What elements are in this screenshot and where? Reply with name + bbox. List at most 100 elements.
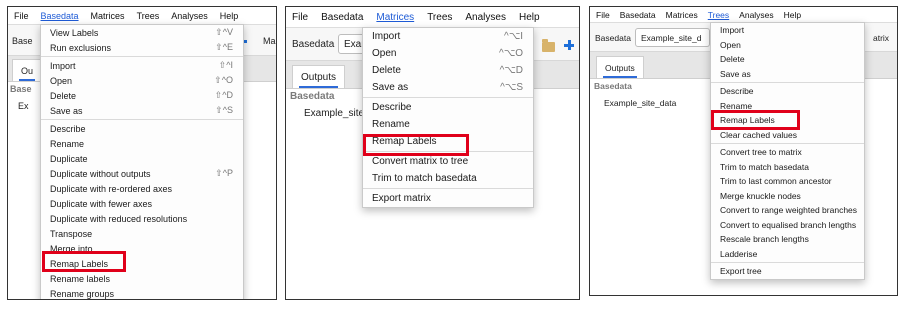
- menu-item-view-labels[interactable]: View Labels ⇧^V: [41, 25, 243, 40]
- menu-item-shortcut: ⇧^P: [215, 168, 233, 178]
- menu-matrices[interactable]: Matrices: [666, 10, 698, 20]
- menu-item-delete[interactable]: Delete ⇧^D: [41, 88, 243, 103]
- menu-item-duplicate-reordered-axes[interactable]: Duplicate with re-ordered axes: [41, 181, 243, 196]
- menu-item-convert-equalised-lengths[interactable]: Convert to equalised branch lengths: [711, 218, 864, 233]
- menu-trees[interactable]: Trees: [427, 12, 452, 23]
- menu-item-duplicate-reduced-resolutions[interactable]: Duplicate with reduced resolutions: [41, 211, 243, 226]
- menu-separator: [41, 119, 243, 120]
- menu-item-label: Rescale branch lengths: [720, 234, 809, 245]
- menu-item-run-exclusions[interactable]: Run exclusions ⇧^E: [41, 40, 243, 55]
- menu-item-trim-to-match-basedata[interactable]: Trim to match basedata: [711, 160, 864, 175]
- add-icon[interactable]: [564, 40, 574, 50]
- menu-item-label: Open: [720, 39, 741, 50]
- menu-item-delete[interactable]: Delete: [711, 52, 864, 67]
- menu-item-describe[interactable]: Describe: [363, 99, 533, 116]
- menu-item-convert-tree-to-matrix[interactable]: Convert tree to matrix: [711, 145, 864, 160]
- menu-item-trim-to-match-basedata[interactable]: Trim to match basedata: [363, 170, 533, 187]
- menu-item-shortcut: ⇧^S: [215, 105, 233, 115]
- menu-file[interactable]: File: [596, 10, 610, 20]
- basedata-list-item[interactable]: Ex: [18, 101, 29, 111]
- menu-item-convert-range-weighted[interactable]: Convert to range weighted branches: [711, 203, 864, 218]
- basedata-list-item[interactable]: Example_site_data: [604, 98, 676, 108]
- menu-item-label: Transpose: [50, 228, 93, 239]
- menu-item-open[interactable]: Open ^⌥O: [363, 45, 533, 62]
- menubar: File Basedata Matrices Trees Analyses He…: [590, 7, 897, 22]
- tab-outputs[interactable]: Outputs: [596, 56, 644, 78]
- tab-active-underline: [299, 86, 339, 88]
- menu-item-label: Import: [50, 60, 76, 71]
- tab-outputs[interactable]: Outputs: [292, 65, 346, 88]
- basedata-combo[interactable]: Example_site_d: [635, 28, 710, 47]
- menu-item-label: Save as: [50, 105, 83, 116]
- basedata-list-header: Basedata: [290, 91, 335, 102]
- menu-item-shortcut: ⇧^I: [218, 60, 233, 70]
- menu-item-label: View Labels: [50, 27, 99, 38]
- menu-item-import[interactable]: Import: [711, 23, 864, 38]
- menu-item-rescale-branch-lengths[interactable]: Rescale branch lengths: [711, 232, 864, 247]
- menu-help[interactable]: Help: [220, 11, 239, 21]
- basedata-list-item[interactable]: Example_site_: [304, 108, 370, 119]
- menu-item-export-tree[interactable]: Export tree: [711, 264, 864, 279]
- matrices-dropdown-menu: Import ^⌥I Open ^⌥O Delete ^⌥D Save as ^⌥S D…: [362, 27, 534, 208]
- menu-item-label: Delete: [50, 90, 77, 101]
- menu-help[interactable]: Help: [519, 12, 540, 23]
- menu-matrices[interactable]: Matrices: [91, 11, 125, 21]
- menu-item-rename[interactable]: Rename: [41, 136, 243, 151]
- menu-item-merge-knuckle-nodes[interactable]: Merge knuckle nodes: [711, 189, 864, 204]
- menu-item-trim-to-last-common-ancestor[interactable]: Trim to last common ancestor: [711, 174, 864, 189]
- menu-item-shortcut: ⇧^V: [215, 27, 233, 37]
- screenshot-panel-matrices: File Basedata Matrices Trees Analyses He…: [285, 6, 580, 300]
- menu-basedata[interactable]: Basedata: [41, 11, 79, 21]
- menu-item-shortcut: ⇧^D: [214, 90, 233, 100]
- tab-outputs-label: Outputs: [301, 71, 337, 83]
- tab-outputs[interactable]: Ou: [12, 59, 43, 81]
- menu-item-save-as[interactable]: Save as ^⌥S: [363, 79, 533, 96]
- menu-item-delete[interactable]: Delete ^⌥D: [363, 62, 533, 79]
- menu-item-label: Convert to range weighted branches: [720, 205, 858, 216]
- menu-analyses[interactable]: Analyses: [739, 10, 774, 20]
- menu-item-save-as[interactable]: Save as ⇧^S: [41, 103, 243, 118]
- menu-item-label: Duplicate without outputs: [50, 168, 151, 179]
- menu-item-import[interactable]: Import ⇧^I: [41, 58, 243, 73]
- menu-item-transpose[interactable]: Transpose: [41, 226, 243, 241]
- menu-item-open[interactable]: Open ⇧^O: [41, 73, 243, 88]
- menu-item-ladderise[interactable]: Ladderise: [711, 247, 864, 262]
- menu-item-open[interactable]: Open: [711, 38, 864, 53]
- menu-item-duplicate[interactable]: Duplicate: [41, 151, 243, 166]
- menu-basedata[interactable]: Basedata: [620, 10, 656, 20]
- menu-basedata[interactable]: Basedata: [321, 12, 363, 23]
- menu-item-duplicate-fewer-axes[interactable]: Duplicate with fewer axes: [41, 196, 243, 211]
- menu-item-shortcut: ^⌥D: [499, 65, 523, 76]
- menu-matrices[interactable]: Matrices: [376, 12, 414, 23]
- menu-item-export-matrix[interactable]: Export matrix: [363, 190, 533, 207]
- basedata-selector-label: Basedata: [292, 39, 335, 50]
- menu-item-describe[interactable]: Describe: [711, 84, 864, 99]
- menu-item-label: Clear cached values: [720, 129, 798, 140]
- menu-item-save-as[interactable]: Save as: [711, 67, 864, 82]
- menu-separator: [41, 56, 243, 57]
- menu-item-rename-groups[interactable]: Rename groups: [41, 286, 243, 299]
- menu-item-shortcut: ⇧^E: [215, 42, 233, 52]
- menu-item-label: Trim to match basedata: [720, 161, 809, 172]
- menu-file[interactable]: File: [292, 12, 308, 23]
- tab-active-underline: [603, 76, 637, 78]
- menu-item-rename-labels[interactable]: Rename labels: [41, 271, 243, 286]
- menu-item-label: Describe: [50, 123, 86, 134]
- menu-item-describe[interactable]: Describe: [41, 121, 243, 136]
- menu-item-label: Rename: [50, 138, 85, 149]
- matrix-selector-label: atrix: [873, 33, 890, 43]
- menu-item-label: Export tree: [720, 266, 762, 277]
- menu-analyses[interactable]: Analyses: [465, 12, 506, 23]
- menu-help[interactable]: Help: [784, 10, 801, 20]
- menu-item-rename[interactable]: Rename: [363, 116, 533, 133]
- folder-icon[interactable]: [542, 39, 555, 52]
- menu-trees[interactable]: Trees: [137, 11, 160, 21]
- menu-item-shortcut: ⇧^O: [214, 75, 233, 85]
- menu-item-duplicate-without-outputs[interactable]: Duplicate without outputs ⇧^P: [41, 166, 243, 181]
- menu-trees[interactable]: Trees: [708, 10, 729, 20]
- matrix-selector-label: Ma: [263, 36, 276, 46]
- menu-analyses[interactable]: Analyses: [171, 11, 208, 21]
- menu-item-label: Describe: [372, 102, 412, 113]
- menu-item-import[interactable]: Import ^⌥I: [363, 28, 533, 45]
- menu-file[interactable]: File: [14, 11, 29, 21]
